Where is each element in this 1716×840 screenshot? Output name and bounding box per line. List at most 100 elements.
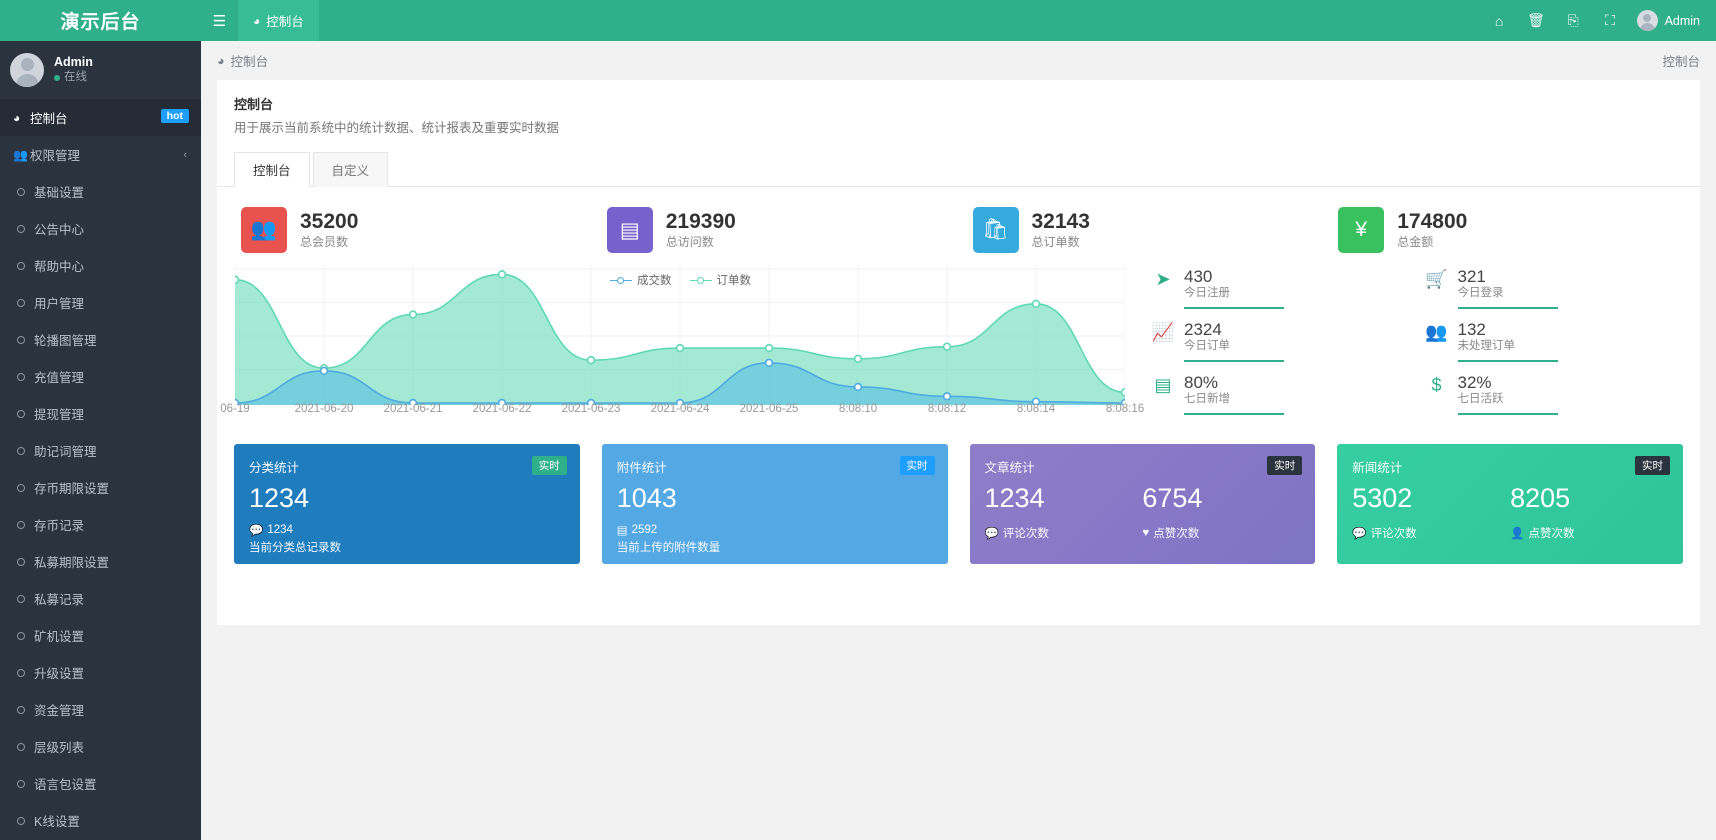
chart-x-axis: 06-192021-06-202021-06-212021-06-222021-…: [235, 403, 1125, 419]
sidebar-item-10[interactable]: 助记词管理: [0, 432, 201, 469]
chart-data-point: [235, 276, 238, 283]
card-subvalue: 💬评论次数: [985, 525, 1143, 541]
sidebar-item-13[interactable]: 私募期限设置: [0, 543, 201, 580]
card-value: 1234: [985, 482, 1143, 515]
sidebar-item-2[interactable]: 👥权限管理 ‹: [0, 136, 201, 173]
bullet-circle-icon: [17, 188, 25, 196]
card-column-1: 1234 💬评论次数: [985, 482, 1143, 541]
statistic-card-4[interactable]: 新闻统计实时5302💬评论次数8205👤点赞次数: [1337, 444, 1683, 564]
sidebar-item-label: 提现管理: [34, 404, 84, 423]
statistic-card-3[interactable]: 文章统计实时1234💬评论次数6754♥点赞次数: [970, 444, 1316, 564]
sidebar-item-1[interactable]: ◕控制台hot: [0, 99, 201, 136]
sidebar-item-14[interactable]: 私募记录: [0, 580, 201, 617]
card-subvalue: 💬评论次数: [1352, 525, 1510, 541]
sidebar-item-9[interactable]: 提现管理: [0, 395, 201, 432]
x-axis-tick-label: 06-19: [220, 403, 249, 415]
menu-toggle-icon[interactable]: ☰: [201, 0, 238, 41]
card-subvalue: ♥点赞次数: [1142, 525, 1300, 541]
stat-card-3[interactable]: 🛍32143总订单数: [959, 207, 1325, 253]
stat-card-4[interactable]: ¥174800总金额: [1324, 207, 1690, 253]
fullscreen-icon[interactable]: ⛶: [1592, 0, 1629, 41]
bullet-circle-icon: [17, 225, 25, 233]
sidebar-item-12[interactable]: 存币记录: [0, 506, 201, 543]
sidebar-profile[interactable]: Admin 在线: [0, 41, 201, 99]
sidebar-item-16[interactable]: 升级设置: [0, 654, 201, 691]
kpi-item-1[interactable]: ➤430今日注册: [1143, 267, 1417, 320]
status-badge: 实时: [900, 456, 935, 475]
legend-item-2[interactable]: 订单数: [690, 272, 752, 288]
sidebar-item-label: 公告中心: [34, 219, 84, 238]
legend-item-1[interactable]: 成交数: [610, 272, 672, 288]
bullet-circle-icon: [17, 299, 25, 307]
cart-icon: 🛒: [1425, 267, 1449, 290]
kpi-item-4[interactable]: 👥132未处理订单: [1417, 320, 1691, 373]
tab-dashboard-label: 控制台: [266, 11, 304, 30]
sidebar-item-8[interactable]: 充值管理: [0, 358, 201, 395]
sidebar-item-label: 层级列表: [34, 737, 84, 756]
card-title: 附件统计: [617, 457, 933, 476]
sidebar-item-17[interactable]: 资金管理: [0, 691, 201, 728]
trash-icon[interactable]: 🗑: [1518, 0, 1555, 41]
sidebar-item-label: 轮播图管理: [34, 330, 97, 349]
kpi-item-5[interactable]: ▤80%七日新增: [1143, 373, 1417, 426]
chart-data-point: [766, 359, 773, 366]
sidebar-item-19[interactable]: 语言包设置: [0, 765, 201, 802]
chevron-left-icon[interactable]: ‹: [183, 149, 187, 161]
chart-data-point: [410, 311, 417, 318]
users-icon: 👥: [13, 148, 30, 162]
kpi-label: 今日注册: [1184, 286, 1230, 301]
tab-dashboard[interactable]: ◕ 控制台: [238, 0, 319, 41]
comment-icon: 💬: [249, 523, 263, 537]
stat-card-1[interactable]: 👥35200总会员数: [227, 207, 593, 253]
sidebar-item-18[interactable]: 层级列表: [0, 728, 201, 765]
card-subvalue-label: 2592: [632, 524, 658, 536]
home-icon[interactable]: ⌂: [1481, 0, 1518, 41]
brand-logo[interactable]: 演示后台: [0, 0, 201, 41]
sidebar-item-4[interactable]: 公告中心: [0, 210, 201, 247]
kpi-item-3[interactable]: 📈2324今日订单: [1143, 320, 1417, 373]
kpi-item-2[interactable]: 🛒321今日登录: [1417, 267, 1691, 320]
kpi-value: 321: [1458, 267, 1504, 286]
tab-2[interactable]: 自定义: [313, 152, 389, 187]
sidebar-item-3[interactable]: 基础设置: [0, 173, 201, 210]
sidebar-item-6[interactable]: 用户管理: [0, 284, 201, 321]
legend-label: 订单数: [717, 272, 752, 288]
stat-value: 174800: [1397, 210, 1467, 234]
dollar-icon: $: [1425, 373, 1449, 396]
sidebar-item-15[interactable]: 矿机设置: [0, 617, 201, 654]
sidebar-user-status-label: 在线: [64, 70, 87, 85]
tab-1[interactable]: 控制台: [234, 152, 310, 187]
traffic-area-chart[interactable]: 成交数 订单数 06-192021-06-202021-06-212021-06-…: [235, 265, 1125, 420]
card-subvalue: ▤2592: [617, 523, 933, 537]
stat-card-2[interactable]: ▤219390总访问数: [593, 207, 959, 253]
bullet-circle-icon: [17, 447, 25, 455]
bullet-circle-icon: [17, 743, 25, 751]
sidebar-item-label: 权限管理: [30, 145, 80, 164]
kpi-item-6[interactable]: $32%七日活跃: [1417, 373, 1691, 426]
sidebar-item-label: 矿机设置: [34, 626, 84, 645]
sidebar-item-7[interactable]: 轮播图管理: [0, 321, 201, 358]
chart-data-point: [944, 393, 951, 400]
status-badge: 实时: [1267, 456, 1302, 475]
card-column-1: 1043 ▤2592: [617, 482, 933, 537]
statistic-card-2[interactable]: 附件统计实时1043▤2592当前上传的附件数量: [602, 444, 948, 564]
stat-value: 32143: [1032, 210, 1090, 234]
sidebar-item-label: 语言包设置: [34, 774, 97, 793]
bullet-circle-icon: [17, 336, 25, 344]
user-menu[interactable]: Admin: [1629, 0, 1716, 41]
sidebar-item-11[interactable]: 存币期限设置: [0, 469, 201, 506]
chart-data-point: [677, 345, 684, 352]
breadcrumb-bar: ◕ 控制台 控制台: [201, 41, 1716, 80]
chart-data-point: [855, 384, 862, 391]
stat-value: 219390: [666, 210, 736, 234]
card-subvalue-label: 评论次数: [1371, 525, 1417, 541]
refresh-icon[interactable]: ⎘: [1555, 0, 1592, 41]
dashboard-icon: ◕: [253, 14, 260, 28]
sidebar-item-20[interactable]: K线设置: [0, 802, 201, 839]
statistic-card-1[interactable]: 分类统计实时1234💬1234当前分类总记录数: [234, 444, 580, 564]
x-axis-tick-label: 2021-06-25: [740, 403, 799, 415]
card-value: 1043: [617, 482, 933, 515]
card-title: 文章统计: [985, 457, 1301, 476]
chart-data-point: [499, 271, 506, 278]
sidebar-item-5[interactable]: 帮助中心: [0, 247, 201, 284]
